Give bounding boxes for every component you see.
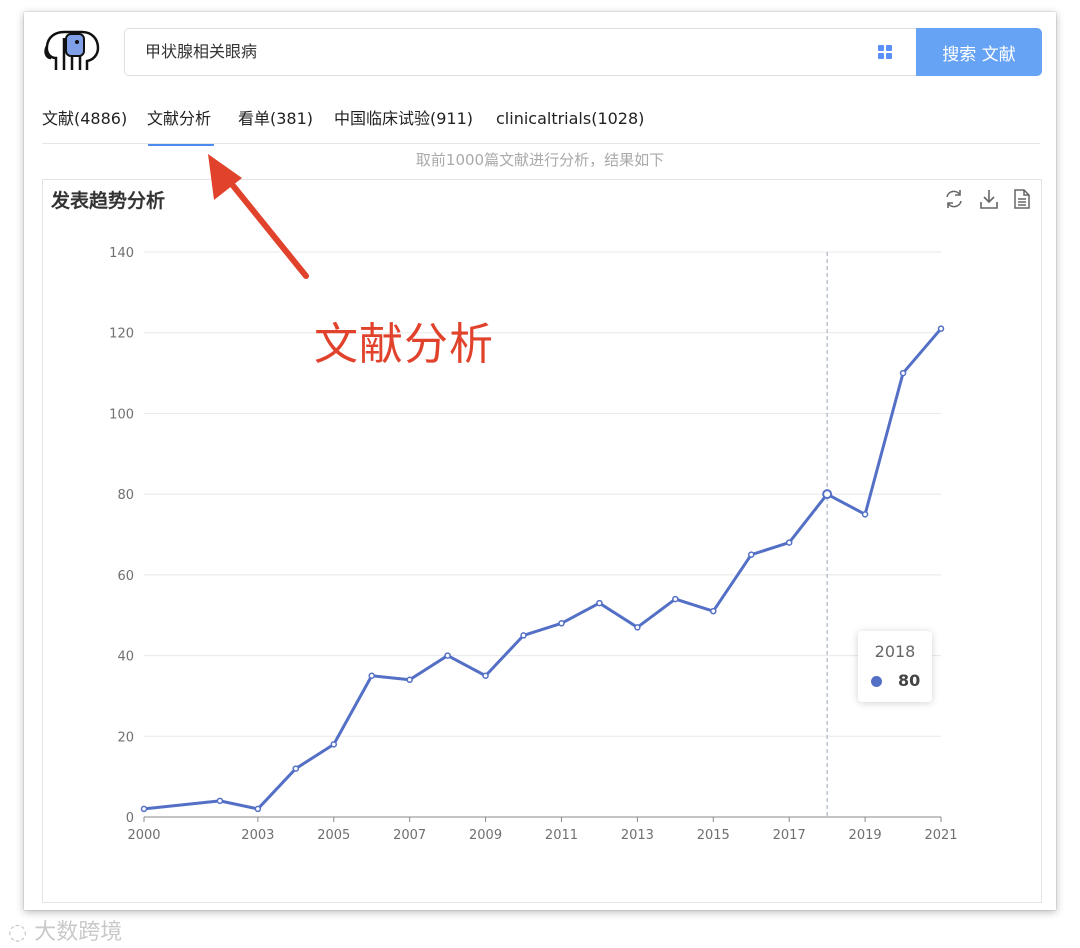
watermark-text: 大数跨境: [34, 920, 123, 945]
watermark-logo-icon: ◌: [8, 920, 28, 945]
annotation-label: 文献分析: [314, 319, 494, 370]
app-window: 甲状腺相关眼病 搜索 文献 文献(4886) 文献分析 看单(381) 中国临床…: [24, 12, 1056, 910]
red-arrow-annotation: [208, 154, 309, 279]
watermark: ◌ 大数跨境: [8, 914, 122, 946]
